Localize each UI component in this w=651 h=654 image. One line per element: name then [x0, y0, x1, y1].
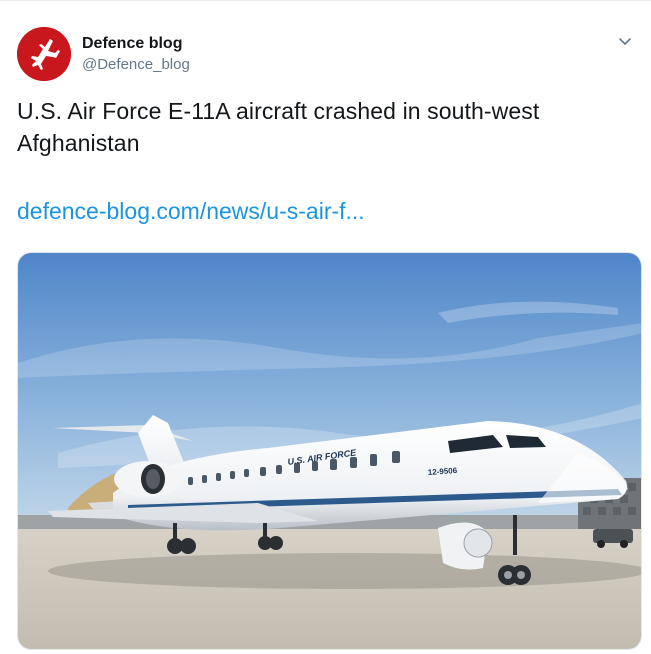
- chevron-down-icon[interactable]: [615, 31, 635, 51]
- handle[interactable]: @Defence_blog: [82, 55, 190, 75]
- tweet-text: U.S. Air Force E-11A aircraft crashed in…: [17, 98, 540, 156]
- tweet-link[interactable]: defence-blog.com/news/u-s-air-f...: [17, 195, 365, 227]
- tweet-card[interactable]: Defence blog @Defence_blog U.S. Air Forc…: [0, 0, 651, 654]
- display-name[interactable]: Defence blog: [82, 34, 182, 54]
- fighter-jet-logo-icon: [17, 27, 71, 81]
- avatar[interactable]: [17, 27, 71, 81]
- aircraft-photo: U.S. AIR FORCE 12-9506: [18, 253, 641, 649]
- tweet-media-photo[interactable]: U.S. AIR FORCE 12-9506: [17, 252, 642, 650]
